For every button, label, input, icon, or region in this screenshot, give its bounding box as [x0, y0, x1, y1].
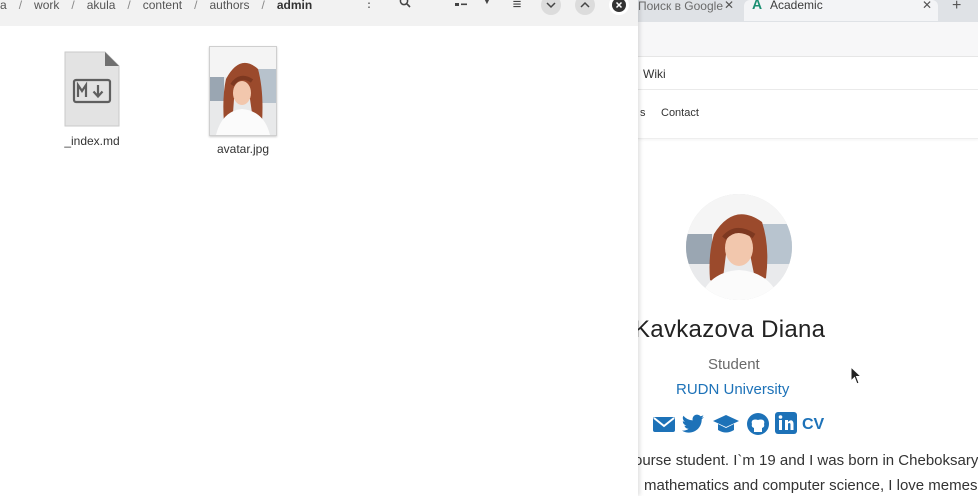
bookmarks-bar: Wiki	[638, 57, 978, 90]
academic-logo-icon: A	[752, 0, 763, 12]
tab-label: Поиск в Google	[638, 0, 723, 13]
tab-google-search[interactable]: Поиск в Google ✕	[638, 0, 742, 21]
markdown-file-icon	[63, 50, 121, 128]
address-bar[interactable]	[638, 22, 978, 57]
close-icon[interactable]: ✕	[922, 0, 932, 12]
image-thumbnail	[209, 46, 277, 136]
twitter-icon[interactable]	[681, 412, 707, 438]
file-manager-header: a / work / akula / content / authors / admin ⋮ ▼ ≡	[0, 0, 638, 26]
breadcrumb-current[interactable]: admin	[277, 0, 312, 12]
nav-item-contact[interactable]: Contact	[661, 107, 699, 119]
file-name: _index.md	[64, 134, 120, 148]
breadcrumb: a / work / akula / content / authors / admin	[0, 0, 313, 12]
file-name: avatar.jpg	[216, 142, 270, 156]
linkedin-icon[interactable]	[775, 412, 801, 438]
nav-item-partial[interactable]: s	[640, 107, 646, 119]
bio-line: mathematics and computer science, I love…	[644, 477, 978, 494]
new-tab-icon[interactable]: +	[952, 0, 961, 15]
bio-line: ourse student. I`m 19 and I was born in …	[634, 452, 978, 469]
file-manager-window: a / work / akula / content / authors / admin ⋮ ▼ ≡	[0, 0, 638, 496]
mouse-cursor-icon	[850, 366, 862, 385]
minimize-button[interactable]	[541, 0, 561, 15]
profile-organization-link[interactable]: RUDN University	[676, 381, 789, 398]
breadcrumb-item[interactable]: a	[0, 0, 7, 12]
github-icon[interactable]	[746, 412, 772, 438]
file-item[interactable]: _index.md	[52, 50, 132, 148]
hamburger-menu-icon[interactable]: ≡	[506, 0, 528, 18]
breadcrumb-item[interactable]: content	[143, 0, 182, 12]
profile-role: Student	[708, 356, 760, 373]
chevron-down-icon[interactable]: ▼	[476, 0, 498, 18]
profile-name: Kavkazova Diana	[634, 316, 826, 343]
more-options-icon[interactable]: ⋮	[358, 0, 380, 18]
bookmark-wiki[interactable]: Wiki	[643, 67, 666, 81]
close-icon[interactable]: ✕	[724, 0, 734, 12]
breadcrumb-item[interactable]: authors	[209, 0, 249, 12]
tab-label: Academic	[770, 0, 823, 12]
close-window-button[interactable]	[609, 0, 629, 15]
email-icon[interactable]	[652, 412, 678, 438]
profile-avatar	[686, 194, 792, 300]
tab-bar: Поиск в Google ✕ A Academic ✕ +	[638, 0, 978, 22]
cv-link[interactable]: CV	[802, 412, 832, 438]
graduation-cap-icon[interactable]	[712, 412, 739, 438]
maximize-button[interactable]	[575, 0, 595, 15]
site-navbar: s Contact	[638, 90, 978, 139]
tab-academic[interactable]: A Academic ✕	[744, 0, 938, 21]
search-icon[interactable]	[394, 0, 416, 18]
breadcrumb-item[interactable]: work	[34, 0, 59, 12]
view-toggle-icon[interactable]	[450, 0, 472, 18]
file-item[interactable]: avatar.jpg	[200, 46, 286, 156]
breadcrumb-item[interactable]: akula	[87, 0, 116, 12]
